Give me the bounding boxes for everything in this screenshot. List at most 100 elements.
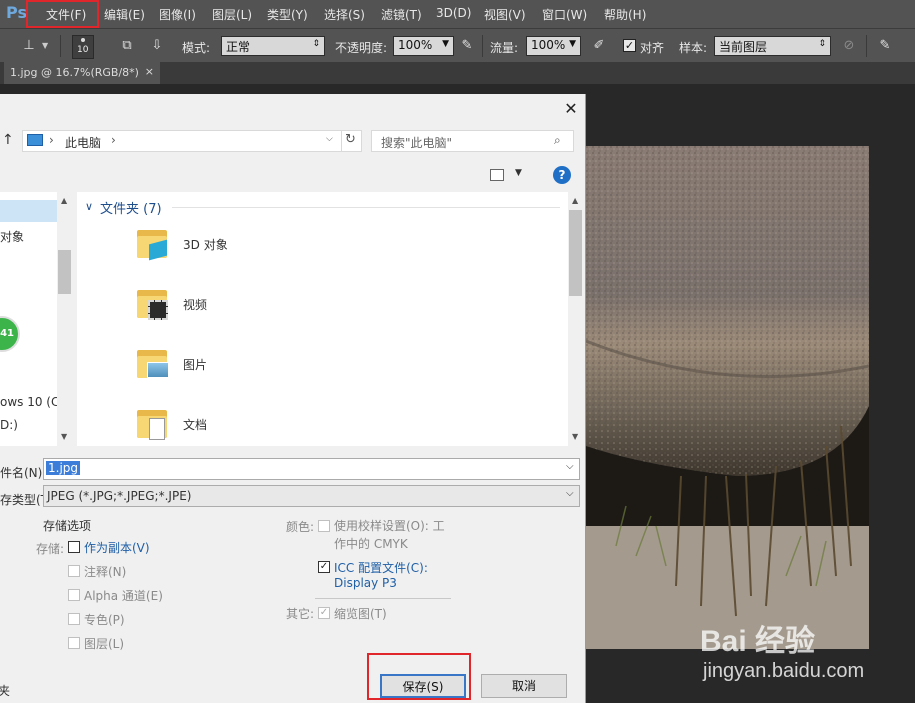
- menu-filter[interactable]: 滤镜(T): [381, 6, 422, 23]
- proof-setup-label-line2: 作中的 CMYK: [334, 537, 408, 551]
- brush-preset-picker[interactable]: 10: [72, 35, 94, 59]
- chevron-down-icon[interactable]: ⌵: [566, 461, 574, 472]
- scroll-thumb[interactable]: [569, 210, 582, 296]
- folder-label: 3D 对象: [183, 238, 228, 252]
- pressure-opacity-icon[interactable]: ✎: [458, 37, 476, 55]
- scroll-up-icon[interactable]: ▲: [572, 196, 578, 205]
- spot-checkbox[interactable]: [68, 613, 80, 625]
- folder-item[interactable]: 视频: [137, 288, 337, 334]
- divider: [341, 131, 342, 151]
- as-copy-checkbox[interactable]: [68, 541, 80, 553]
- cancel-button[interactable]: 取消: [481, 674, 567, 698]
- group-divider: [172, 207, 560, 208]
- menubar: Ps 文件(F) 编辑(E) 图像(I) 图层(L) 类型(Y) 选择(S) 滤…: [0, 0, 915, 28]
- tree-item-d-drive[interactable]: D:): [0, 418, 18, 432]
- scroll-down-icon[interactable]: ▼: [61, 432, 67, 441]
- alpha-label: Alpha 通道(E): [84, 589, 163, 603]
- proof-setup-checkbox[interactable]: [318, 520, 330, 532]
- videos-folder-icon: [137, 288, 171, 320]
- as-copy-label[interactable]: 作为副本(V): [84, 539, 150, 556]
- brush-tip-icon: [81, 38, 85, 42]
- chevron-updown-icon: ⇕: [312, 39, 320, 49]
- badge-icon: 41: [0, 316, 20, 352]
- other-label: 其它:: [286, 607, 315, 621]
- menu-view[interactable]: 视图(V): [484, 6, 526, 23]
- menu-file-highlight: [26, 0, 99, 28]
- tree-item-3d-objects[interactable]: 对象: [0, 228, 24, 245]
- sample-select[interactable]: 当前图层 ⇕: [714, 36, 831, 56]
- flow-input[interactable]: 100% ▼: [526, 36, 581, 56]
- menu-window[interactable]: 窗口(W): [542, 6, 587, 23]
- tool-preset-dropdown-icon[interactable]: ▼: [42, 41, 48, 50]
- folder-item[interactable]: 3D 对象: [137, 228, 337, 274]
- menu-layer[interactable]: 图层(L): [212, 6, 252, 23]
- filetype-select[interactable]: JPEG (*.JPG;*.JPEG;*.JPE) ⌵: [43, 485, 580, 507]
- opacity-input[interactable]: 100% ▼: [393, 36, 454, 56]
- notes-checkbox[interactable]: [68, 565, 80, 577]
- opacity-value: 100%: [398, 38, 433, 52]
- pressure-size-icon[interactable]: ✎: [876, 37, 894, 55]
- align-checkbox[interactable]: ✓: [623, 39, 636, 52]
- menu-type[interactable]: 类型(Y): [267, 6, 308, 23]
- save-button-highlight: [367, 653, 471, 700]
- ignore-adjustment-layers-icon[interactable]: ⊘: [840, 37, 858, 55]
- help-icon[interactable]: ?: [553, 166, 571, 184]
- menu-help[interactable]: 帮助(H): [604, 6, 646, 23]
- chevron-down-icon[interactable]: ▼: [515, 168, 522, 178]
- thumbnail-checkbox[interactable]: ✓: [318, 607, 330, 619]
- breadcrumb-this-pc[interactable]: 此电脑: [65, 134, 101, 151]
- breadcrumb-chevron-icon: ›: [49, 133, 54, 147]
- layers-checkbox[interactable]: [68, 637, 80, 649]
- thumbnail-label: 缩览图(T): [334, 607, 387, 621]
- view-options-icon[interactable]: [490, 169, 504, 181]
- computer-icon: [27, 134, 43, 146]
- mode-value: 正常: [226, 40, 251, 54]
- mode-select[interactable]: 正常 ⇕: [221, 36, 325, 56]
- folder-item[interactable]: 图片: [137, 348, 337, 394]
- file-list-scrollbar[interactable]: ▲ ▼: [568, 192, 583, 446]
- folder-item[interactable]: 文档: [137, 408, 337, 446]
- photoshop-logo: Ps: [6, 3, 27, 22]
- icc-profile-checkbox[interactable]: ✓: [318, 561, 330, 573]
- airbrush-icon[interactable]: ✐: [590, 37, 608, 55]
- scroll-up-icon[interactable]: ▲: [61, 196, 67, 205]
- menu-edit[interactable]: 编辑(E): [104, 6, 145, 23]
- icc-profile-label-line2: Display P3: [334, 576, 397, 590]
- folder-label: 图片: [183, 358, 208, 372]
- clone-stamp-tool-icon[interactable]: ⊥: [20, 37, 38, 55]
- search-input[interactable]: 搜索"此电脑" ⌕: [371, 130, 574, 152]
- chevron-down-icon[interactable]: ⌵: [326, 134, 333, 144]
- mode-label: 模式:: [182, 41, 211, 55]
- separator: [60, 35, 61, 57]
- group-header[interactable]: 文件夹 (7): [100, 198, 162, 217]
- rock-photo-image: [586, 146, 869, 649]
- refresh-icon[interactable]: ↻: [345, 132, 356, 147]
- tree-item-windows-c[interactable]: ows 10 (C: [0, 395, 59, 409]
- menu-select[interactable]: 选择(S): [324, 6, 365, 23]
- filename-input[interactable]: 1.jpg ⌵: [43, 458, 580, 480]
- address-bar[interactable]: › 此电脑 › ⌵ ↻: [22, 130, 362, 152]
- tree-scrollbar[interactable]: ▲ ▼: [57, 192, 72, 446]
- opacity-label: 不透明度:: [335, 41, 388, 55]
- document-tab[interactable]: 1.jpg @ 16.7%(RGB/8*) ×: [4, 62, 160, 84]
- up-arrow-icon[interactable]: ↑: [2, 132, 14, 148]
- separator: [866, 35, 867, 57]
- scroll-down-icon[interactable]: ▼: [572, 432, 578, 441]
- dialog-close-icon[interactable]: ✕: [562, 100, 580, 118]
- folder-label: 文档: [183, 418, 208, 432]
- brush-panel-icon[interactable]: ⧉: [118, 37, 136, 55]
- scroll-thumb[interactable]: [58, 250, 71, 294]
- divider: [315, 598, 451, 599]
- menu-3d[interactable]: 3D(D): [436, 6, 471, 20]
- hide-folders-toggle[interactable]: 夹: [0, 682, 10, 699]
- search-icon: ⌕: [554, 133, 561, 147]
- icc-profile-label-line1[interactable]: ICC 配置文件(C):: [334, 559, 428, 576]
- menu-image[interactable]: 图像(I): [159, 6, 196, 23]
- document-title: 1.jpg @ 16.7%(RGB/8*): [10, 66, 139, 79]
- clone-source-icon[interactable]: ⇩: [148, 37, 166, 55]
- breadcrumb-chevron-icon: ›: [111, 133, 116, 147]
- tree-selected-item[interactable]: [0, 200, 57, 222]
- chevron-down-icon[interactable]: ∨: [85, 200, 93, 213]
- alpha-checkbox[interactable]: [68, 589, 80, 601]
- close-tab-icon[interactable]: ×: [145, 65, 154, 78]
